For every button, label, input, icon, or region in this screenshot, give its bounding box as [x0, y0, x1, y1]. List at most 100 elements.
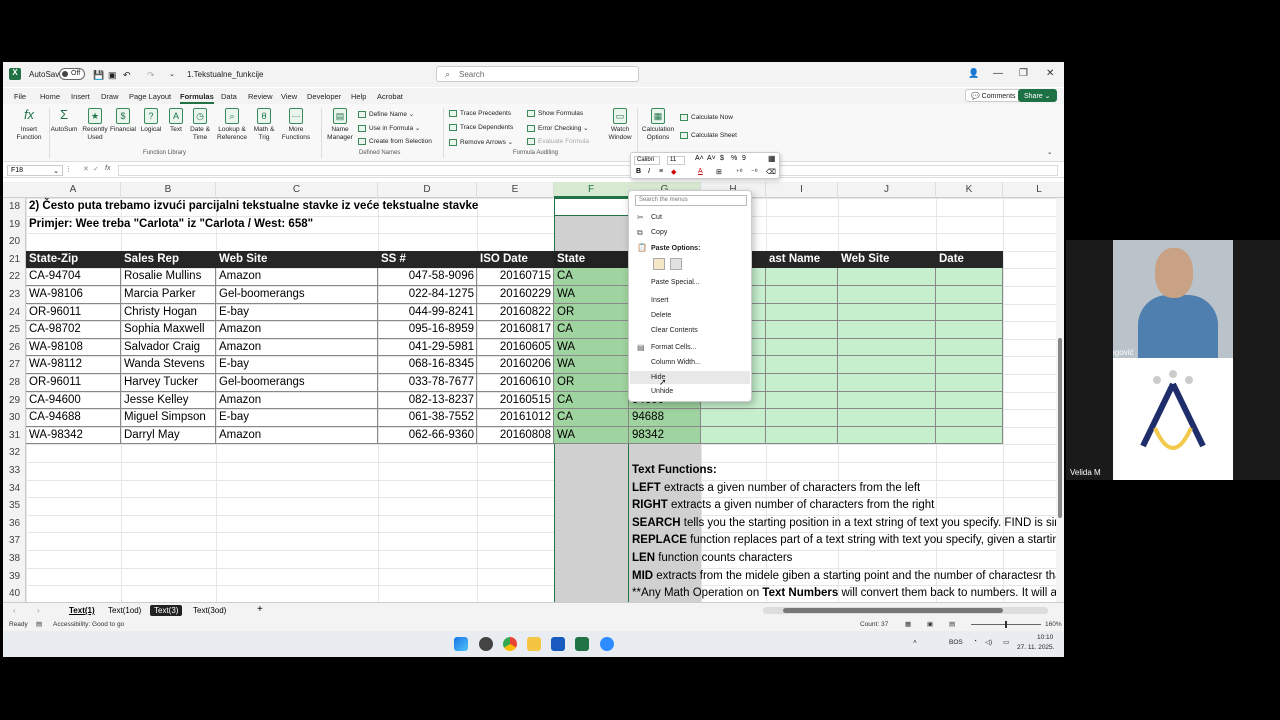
participant-video-velida[interactable]: [1113, 358, 1233, 480]
font-size-select[interactable]: 11: [667, 156, 685, 165]
chatgpt-icon[interactable]: [479, 637, 493, 651]
zoom-level[interactable]: 160%: [1045, 621, 1062, 628]
trace-precedents-button[interactable]: Trace Precedents: [449, 110, 511, 117]
paste-icon-1[interactable]: [653, 258, 665, 270]
context-search-input[interactable]: Search the menus: [635, 195, 747, 206]
comments-button[interactable]: 💬 Comments: [965, 89, 1022, 102]
name-box[interactable]: F18 ⌄: [7, 165, 63, 176]
row-header-40[interactable]: 40: [3, 585, 26, 603]
column-header-l[interactable]: L: [1003, 182, 1064, 198]
logical-button[interactable]: ? Logical: [138, 108, 164, 134]
menu-item-unhide[interactable]: Unhide: [651, 388, 673, 395]
prev-sheet-icon[interactable]: ‹: [9, 605, 20, 616]
add-sheet-icon[interactable]: +: [253, 603, 267, 616]
menu-item-cut[interactable]: Cut: [651, 214, 662, 221]
sheet-tab-text1[interactable]: Text(1): [65, 605, 99, 616]
tab-developer[interactable]: Developer: [307, 92, 341, 101]
formula-input[interactable]: [118, 165, 1058, 176]
evaluate-formula-button[interactable]: Evaluate Formula: [527, 138, 589, 145]
italic-icon[interactable]: I: [648, 168, 650, 175]
column-header-a[interactable]: A: [26, 182, 121, 198]
row-header-31[interactable]: 31: [3, 427, 26, 445]
percent-icon[interactable]: %: [731, 155, 737, 162]
customize-qat-icon[interactable]: ⌄: [169, 70, 175, 78]
more-functions-button[interactable]: ⋯ More Functions: [278, 108, 314, 141]
undo-icon[interactable]: ↶: [123, 70, 131, 81]
eraser-icon[interactable]: ⌫: [766, 168, 776, 176]
insert-function-button[interactable]: fx Insert Function: [11, 108, 47, 141]
recently-used-button[interactable]: ★ Recently Used: [81, 108, 109, 141]
decrease-font-icon[interactable]: A˅: [707, 155, 716, 162]
trace-dependents-button[interactable]: Trace Dependents: [449, 124, 513, 131]
column-header-e[interactable]: E: [477, 182, 554, 198]
column-header-i[interactable]: I: [766, 182, 838, 198]
tray-chevron-icon[interactable]: ˄: [913, 639, 917, 646]
row-header-25[interactable]: 25: [3, 321, 26, 339]
math-trig-button[interactable]: θ Math & Trig: [252, 108, 276, 141]
calculate-sheet-button[interactable]: Calculate Sheet: [680, 132, 737, 139]
show-formulas-button[interactable]: Show Formulas: [527, 110, 583, 117]
collapse-ribbon-icon[interactable]: ⌄: [1047, 148, 1052, 156]
borders-icon[interactable]: ⊞: [716, 168, 722, 176]
save-as-icon[interactable]: ▣: [108, 70, 117, 81]
bold-icon[interactable]: B: [636, 168, 641, 175]
sheet-tab-text3[interactable]: Text(3): [150, 605, 183, 616]
paste-values-icon[interactable]: [670, 258, 682, 270]
name-manager-button[interactable]: ▤ Name Manager: [325, 108, 355, 141]
wifi-icon[interactable]: ◔: [973, 638, 977, 645]
participant-video-amer[interactable]: Amer Krličbegović: [1113, 240, 1233, 358]
windows-start-icon[interactable]: [454, 637, 468, 651]
currency-format-icon[interactable]: $: [720, 155, 724, 162]
row-header-26[interactable]: 26: [3, 339, 26, 357]
fill-color-icon[interactable]: ◆: [671, 168, 676, 176]
menu-item-format-cells[interactable]: Format Cells...: [651, 344, 697, 351]
row-header-21[interactable]: 21: [3, 251, 26, 269]
row-header-29[interactable]: 29: [3, 392, 26, 410]
enter-icon[interactable]: ✓: [93, 165, 99, 173]
volume-icon[interactable]: ◁): [985, 638, 992, 646]
clock-date[interactable]: 27. 11. 2025.: [1017, 644, 1054, 651]
row-header-24[interactable]: 24: [3, 304, 26, 322]
font-name-select[interactable]: Calibri: [634, 156, 660, 165]
sheet-tab-text3od[interactable]: Text(3od): [189, 605, 230, 616]
tab-acrobat[interactable]: Acrobat: [377, 92, 403, 101]
increase-decimal-icon[interactable]: ⁺⁰: [736, 168, 743, 176]
tab-insert[interactable]: Insert: [71, 92, 90, 101]
redo-icon[interactable]: ↷: [147, 70, 155, 81]
tab-draw[interactable]: Draw: [101, 92, 119, 101]
autosum-button[interactable]: Σ AutoSum: [50, 108, 78, 134]
zoom-slider[interactable]: [971, 621, 1041, 628]
remove-arrows-button[interactable]: Remove Arrows ⌄: [449, 138, 513, 146]
row-header-34[interactable]: 34: [3, 480, 26, 498]
calculate-now-button[interactable]: Calculate Now: [680, 114, 733, 121]
error-checking-button[interactable]: Error Checking ⌄: [527, 124, 589, 132]
define-name-button[interactable]: Define Name ⌄: [358, 110, 414, 118]
menu-item-column-width[interactable]: Column Width...: [651, 359, 701, 366]
menu-item-delete[interactable]: Delete: [651, 312, 671, 319]
column-header-j[interactable]: J: [838, 182, 936, 198]
lookup-reference-button[interactable]: ⌕ Lookup & Reference: [214, 108, 250, 141]
row-header-38[interactable]: 38: [3, 550, 26, 568]
row-header-19[interactable]: 19: [3, 216, 26, 234]
excel-icon[interactable]: [575, 637, 589, 651]
next-sheet-icon[interactable]: ›: [33, 605, 44, 616]
word-icon[interactable]: [551, 637, 565, 651]
increase-font-icon[interactable]: A˄: [695, 155, 704, 162]
save-icon[interactable]: 💾: [93, 70, 104, 81]
column-header-f[interactable]: F: [554, 182, 629, 198]
row-header-37[interactable]: 37: [3, 532, 26, 550]
text-functions-button[interactable]: A Text: [165, 108, 187, 134]
insert-function-icon[interactable]: fx: [105, 165, 110, 172]
cancel-icon[interactable]: ✕: [83, 165, 89, 173]
format-painter-icon[interactable]: ▦: [768, 154, 776, 163]
row-header-18[interactable]: 18: [3, 198, 26, 216]
sheet-tab-text1od[interactable]: Text(1od): [104, 605, 145, 616]
row-header-23[interactable]: 23: [3, 286, 26, 304]
tab-data[interactable]: Data: [221, 92, 237, 101]
row-header-39[interactable]: 39: [3, 568, 26, 586]
tab-home[interactable]: Home: [40, 92, 60, 101]
horizontal-scrollbar[interactable]: [763, 607, 1048, 614]
font-color-icon[interactable]: A: [698, 168, 703, 175]
column-header-d[interactable]: D: [378, 182, 477, 198]
battery-icon[interactable]: ▭: [1003, 638, 1009, 646]
